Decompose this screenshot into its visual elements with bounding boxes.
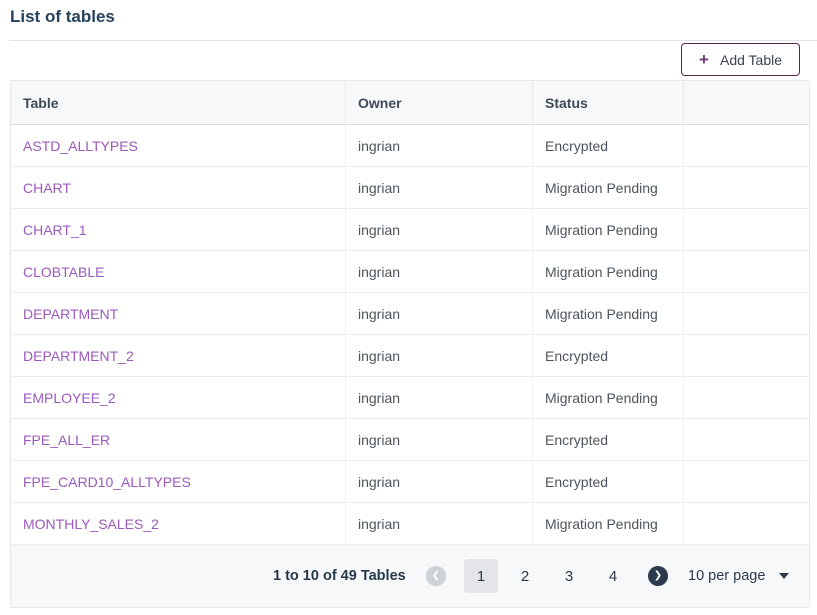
table-name-cell: FPE_CARD10_ALLTYPES [11, 461, 346, 502]
next-page-button[interactable]: ❯ [648, 566, 668, 586]
table-row: CHART_1 ingrian Migration Pending [11, 209, 809, 251]
plus-icon: + [699, 51, 709, 68]
chevron-left-icon: ❮ [432, 571, 440, 581]
table-row: FPE_ALL_ER ingrian Encrypted [11, 419, 809, 461]
empty-cell [684, 125, 809, 166]
empty-cell [684, 419, 809, 460]
table-name-link[interactable]: MONTHLY_SALES_2 [23, 516, 159, 532]
per-page-label: 10 per page [688, 568, 765, 584]
status-cell: Migration Pending [533, 503, 684, 544]
owner-cell: ingrian [346, 419, 533, 460]
table-header-row: Table Owner Status [11, 81, 809, 125]
owner-cell: ingrian [346, 503, 533, 544]
table-row: FPE_CARD10_ALLTYPES ingrian Encrypted [11, 461, 809, 503]
table-name-link[interactable]: FPE_CARD10_ALLTYPES [23, 474, 191, 490]
status-cell: Migration Pending [533, 377, 684, 418]
empty-cell [684, 377, 809, 418]
status-cell: Migration Pending [533, 209, 684, 250]
per-page-dropdown[interactable]: 10 per page [688, 568, 789, 584]
empty-cell [684, 209, 809, 250]
table-name-cell: DEPARTMENT [11, 293, 346, 334]
table-name-link[interactable]: CHART [23, 180, 71, 196]
table-name-cell: MONTHLY_SALES_2 [11, 503, 346, 544]
column-header-owner: Owner [346, 81, 533, 124]
owner-cell: ingrian [346, 293, 533, 334]
status-cell: Migration Pending [533, 293, 684, 334]
table-name-link[interactable]: FPE_ALL_ER [23, 432, 110, 448]
chevron-right-icon: ❯ [654, 571, 662, 581]
table-row: CLOBTABLE ingrian Migration Pending [11, 251, 809, 293]
tables-card: Table Owner Status ASTD_ALLTYPES ingrian… [10, 80, 810, 608]
table-body: ASTD_ALLTYPES ingrian Encrypted CHART in… [11, 125, 809, 545]
empty-cell [684, 335, 809, 376]
table-name-link[interactable]: ASTD_ALLTYPES [23, 138, 138, 154]
table-name-cell: EMPLOYEE_2 [11, 377, 346, 418]
add-table-button[interactable]: + Add Table [681, 43, 800, 76]
status-cell: Encrypted [533, 335, 684, 376]
page-button-1[interactable]: 1 [464, 559, 498, 593]
table-name-cell: DEPARTMENT_2 [11, 335, 346, 376]
owner-cell: ingrian [346, 377, 533, 418]
table-name-cell: CLOBTABLE [11, 251, 346, 292]
owner-cell: ingrian [346, 461, 533, 502]
column-header-empty [684, 81, 809, 124]
owner-cell: ingrian [346, 251, 533, 292]
status-cell: Encrypted [533, 419, 684, 460]
add-table-label: Add Table [720, 52, 782, 68]
table-row: CHART ingrian Migration Pending [11, 167, 809, 209]
table-row: DEPARTMENT_2 ingrian Encrypted [11, 335, 809, 377]
table-name-cell: CHART_1 [11, 209, 346, 250]
pagination-summary: 1 to 10 of 49 Tables [273, 568, 406, 584]
page-title: List of tables [10, 7, 115, 27]
owner-cell: ingrian [346, 167, 533, 208]
table-name-link[interactable]: DEPARTMENT_2 [23, 348, 134, 364]
table-row: ASTD_ALLTYPES ingrian Encrypted [11, 125, 809, 167]
table-name-cell: CHART [11, 167, 346, 208]
previous-page-button[interactable]: ❮ [426, 566, 446, 586]
table-row: MONTHLY_SALES_2 ingrian Migration Pendin… [11, 503, 809, 545]
empty-cell [684, 167, 809, 208]
status-cell: Migration Pending [533, 167, 684, 208]
empty-cell [684, 503, 809, 544]
table-name-cell: ASTD_ALLTYPES [11, 125, 346, 166]
table-name-link[interactable]: CHART_1 [23, 222, 87, 238]
owner-cell: ingrian [346, 335, 533, 376]
empty-cell [684, 293, 809, 334]
owner-cell: ingrian [346, 209, 533, 250]
status-cell: Encrypted [533, 461, 684, 502]
page-button-2[interactable]: 2 [508, 559, 542, 593]
status-cell: Migration Pending [533, 251, 684, 292]
empty-cell [684, 251, 809, 292]
empty-cell [684, 461, 809, 502]
table-name-link[interactable]: DEPARTMENT [23, 306, 118, 322]
pagination-bar: 1 to 10 of 49 Tables ❮ 1 2 3 4 ❯ 10 per … [11, 545, 809, 607]
table-row: DEPARTMENT ingrian Migration Pending [11, 293, 809, 335]
caret-down-icon [779, 573, 789, 579]
page-button-4[interactable]: 4 [596, 559, 630, 593]
table-name-link[interactable]: EMPLOYEE_2 [23, 390, 116, 406]
page-button-3[interactable]: 3 [552, 559, 586, 593]
table-row: EMPLOYEE_2 ingrian Migration Pending [11, 377, 809, 419]
table-name-link[interactable]: CLOBTABLE [23, 264, 104, 280]
column-header-table: Table [11, 81, 346, 124]
column-header-status: Status [533, 81, 684, 124]
title-divider [9, 40, 817, 41]
table-name-cell: FPE_ALL_ER [11, 419, 346, 460]
owner-cell: ingrian [346, 125, 533, 166]
status-cell: Encrypted [533, 125, 684, 166]
